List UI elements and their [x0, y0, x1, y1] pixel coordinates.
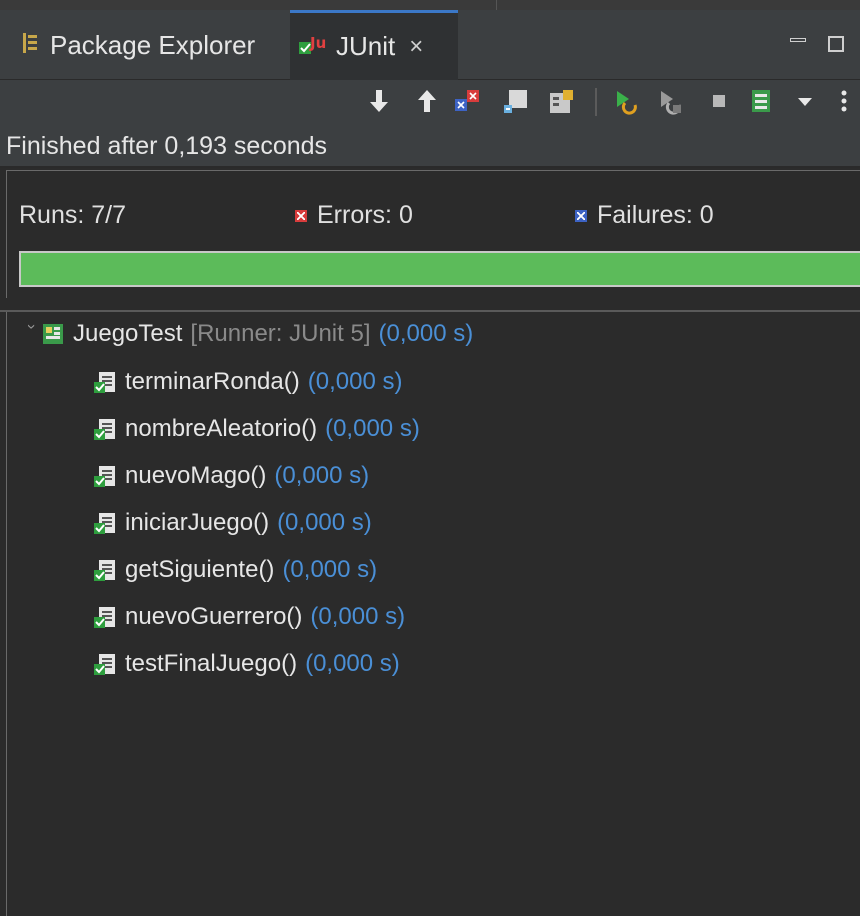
test-time: (0,000 s)	[277, 509, 372, 536]
test-row[interactable]: nuevoGuerrero() (0,000 s)	[93, 599, 405, 635]
top-strip	[0, 0, 860, 10]
progress-fill	[21, 253, 860, 285]
chevron-down-icon[interactable]: ›	[22, 324, 40, 344]
runs-counter: Runs: 7/7	[19, 201, 127, 229]
test-name: terminarRonda()	[125, 368, 300, 395]
test-time: (0,000 s)	[305, 650, 400, 677]
more-icon[interactable]	[834, 86, 854, 116]
tab-bar: Package Explorer Ju JUnit ×	[0, 10, 860, 80]
test-passed-icon	[93, 605, 117, 629]
test-passed-icon	[93, 511, 117, 535]
sash[interactable]	[0, 298, 860, 312]
toolbar	[0, 80, 860, 124]
toolbar-separator	[595, 88, 597, 116]
tab-label: Package Explorer	[50, 29, 256, 60]
test-row[interactable]: iniciarJuego() (0,000 s)	[93, 505, 372, 541]
rerun-failed-first-icon[interactable]	[656, 86, 686, 116]
failure-icon	[575, 209, 587, 222]
test-passed-icon	[93, 464, 117, 488]
tab-junit[interactable]: Ju JUnit ×	[290, 10, 458, 80]
suite-row[interactable]: › JuegoTest [Runner: JUnit 5] (0,000 s)	[21, 316, 473, 352]
maximize-icon[interactable]	[828, 36, 844, 52]
test-name: testFinalJuego()	[125, 650, 298, 677]
test-name: nombreAleatorio()	[125, 415, 318, 442]
test-row[interactable]: terminarRonda() (0,000 s)	[93, 364, 402, 400]
errors-label: Errors: 0	[317, 201, 413, 229]
tab-package-explorer[interactable]: Package Explorer	[22, 10, 255, 80]
progress-bar	[19, 251, 860, 287]
test-name: nuevoMago()	[125, 462, 267, 489]
junit-view: Package Explorer Ju JUnit × Finished aft…	[0, 0, 860, 916]
test-time: (0,000 s)	[325, 415, 420, 442]
package-explorer-icon	[22, 30, 38, 61]
test-time: (0,000 s)	[307, 368, 403, 395]
tab-label: JUnit	[336, 31, 396, 61]
failures-counter: Failures: 0	[575, 201, 714, 230]
error-icon	[295, 209, 307, 222]
scroll-lock-icon[interactable]	[500, 86, 530, 116]
test-passed-icon	[93, 370, 117, 394]
stop-icon[interactable]	[704, 86, 734, 116]
suite-name: JuegoTest	[73, 320, 183, 347]
test-passed-icon	[93, 417, 117, 441]
test-run-history-icon[interactable]	[746, 86, 776, 116]
test-name: iniciarJuego()	[125, 509, 270, 536]
test-time: (0,000 s)	[282, 556, 378, 583]
minimize-icon[interactable]	[790, 38, 806, 42]
test-name: nuevoGuerrero()	[125, 603, 303, 630]
test-row[interactable]: testFinalJuego() (0,000 s)	[93, 646, 400, 682]
counter-panel: Runs: 7/7 Errors: 0 Failures: 0	[6, 170, 860, 298]
failures-label: Failures: 0	[597, 201, 714, 229]
test-time: (0,000 s)	[274, 462, 370, 489]
show-failures-only-icon[interactable]	[452, 86, 482, 116]
svg-text:Ju: Ju	[309, 34, 326, 52]
test-suite-icon	[41, 322, 65, 346]
status-text: Finished after 0,193 seconds	[0, 124, 860, 168]
show-skipped-icon[interactable]	[546, 86, 576, 116]
test-tree: › JuegoTest [Runner: JUnit 5] (0,000 s) …	[6, 312, 860, 916]
test-time: (0,000 s)	[310, 603, 406, 630]
junit-icon: Ju	[298, 30, 332, 63]
close-icon[interactable]: ×	[409, 33, 423, 61]
test-name: getSiguiente()	[125, 556, 275, 583]
test-passed-icon	[93, 558, 117, 582]
view-menu-icon[interactable]	[790, 86, 820, 116]
test-passed-icon	[93, 652, 117, 676]
suite-time: (0,000 s)	[378, 320, 474, 347]
test-row[interactable]: getSiguiente() (0,000 s)	[93, 552, 377, 588]
test-row[interactable]: nuevoMago() (0,000 s)	[93, 458, 369, 494]
next-failure-icon[interactable]	[364, 86, 394, 116]
suite-runner: [Runner: JUnit 5]	[190, 320, 371, 347]
previous-failure-icon[interactable]	[412, 86, 442, 116]
rerun-test-icon[interactable]	[612, 86, 642, 116]
test-row[interactable]: nombreAleatorio() (0,000 s)	[93, 411, 420, 447]
errors-counter: Errors: 0	[295, 201, 413, 230]
